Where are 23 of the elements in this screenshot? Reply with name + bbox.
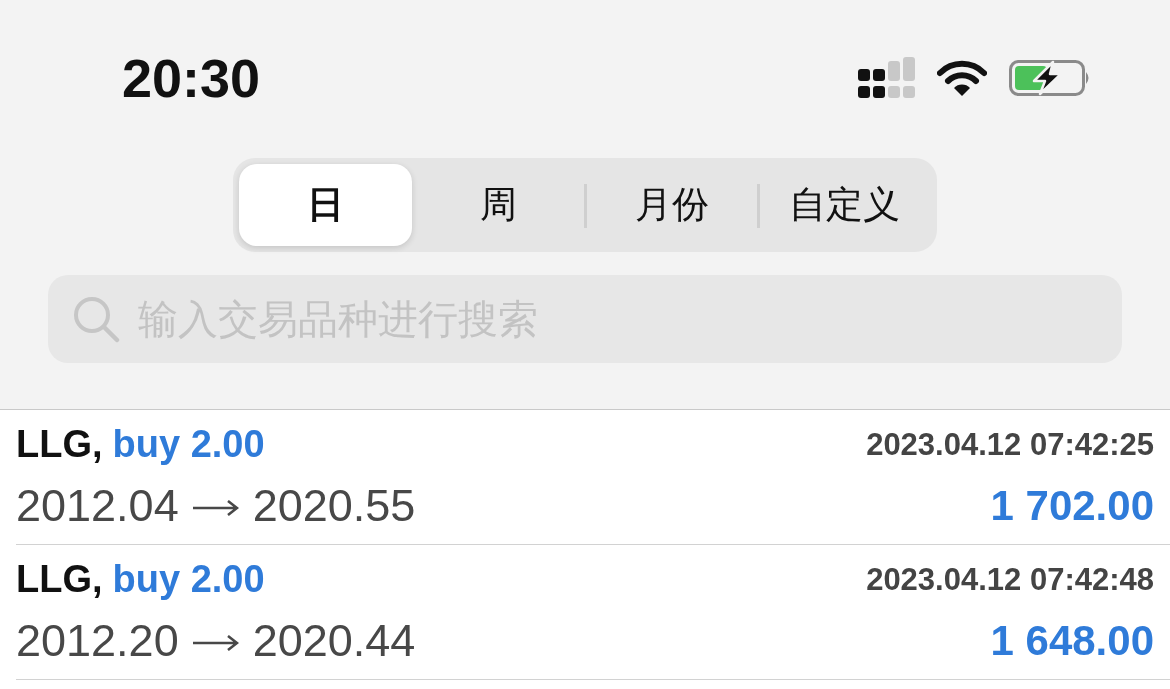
trade-time: 2023.04.12 07:42:25 bbox=[866, 426, 1154, 464]
status-time: 20:30 bbox=[122, 50, 261, 105]
right-arrow-icon bbox=[192, 634, 239, 651]
right-arrow-icon bbox=[192, 499, 239, 516]
order-text: buy 2.00 bbox=[112, 557, 265, 603]
close-price-text: 2020.55 bbox=[252, 479, 416, 533]
open-price-text: 2012.04 bbox=[16, 479, 179, 533]
profit-text: 1 702.00 bbox=[990, 480, 1154, 531]
close-price-text: 2020.44 bbox=[252, 614, 416, 668]
profit-text: 1 648.00 bbox=[990, 615, 1154, 666]
open-price-text: 2012.20 bbox=[16, 614, 179, 668]
period-tab[interactable]: 月份 bbox=[585, 164, 758, 246]
search-icon bbox=[72, 295, 120, 343]
signal-icon bbox=[858, 57, 915, 98]
period-tab[interactable]: 日 bbox=[239, 164, 412, 246]
trade-time: 2023.04.12 07:42:48 bbox=[866, 561, 1154, 599]
order-text: buy 2.00 bbox=[112, 422, 265, 468]
period-tab[interactable]: 自定义 bbox=[758, 164, 931, 246]
battery-charging-icon bbox=[1009, 59, 1091, 96]
period-tab[interactable]: 周 bbox=[412, 164, 585, 246]
symbol-text: LLG, bbox=[16, 422, 103, 468]
wifi-icon bbox=[937, 59, 987, 96]
symbol-text: LLG, bbox=[16, 557, 103, 603]
